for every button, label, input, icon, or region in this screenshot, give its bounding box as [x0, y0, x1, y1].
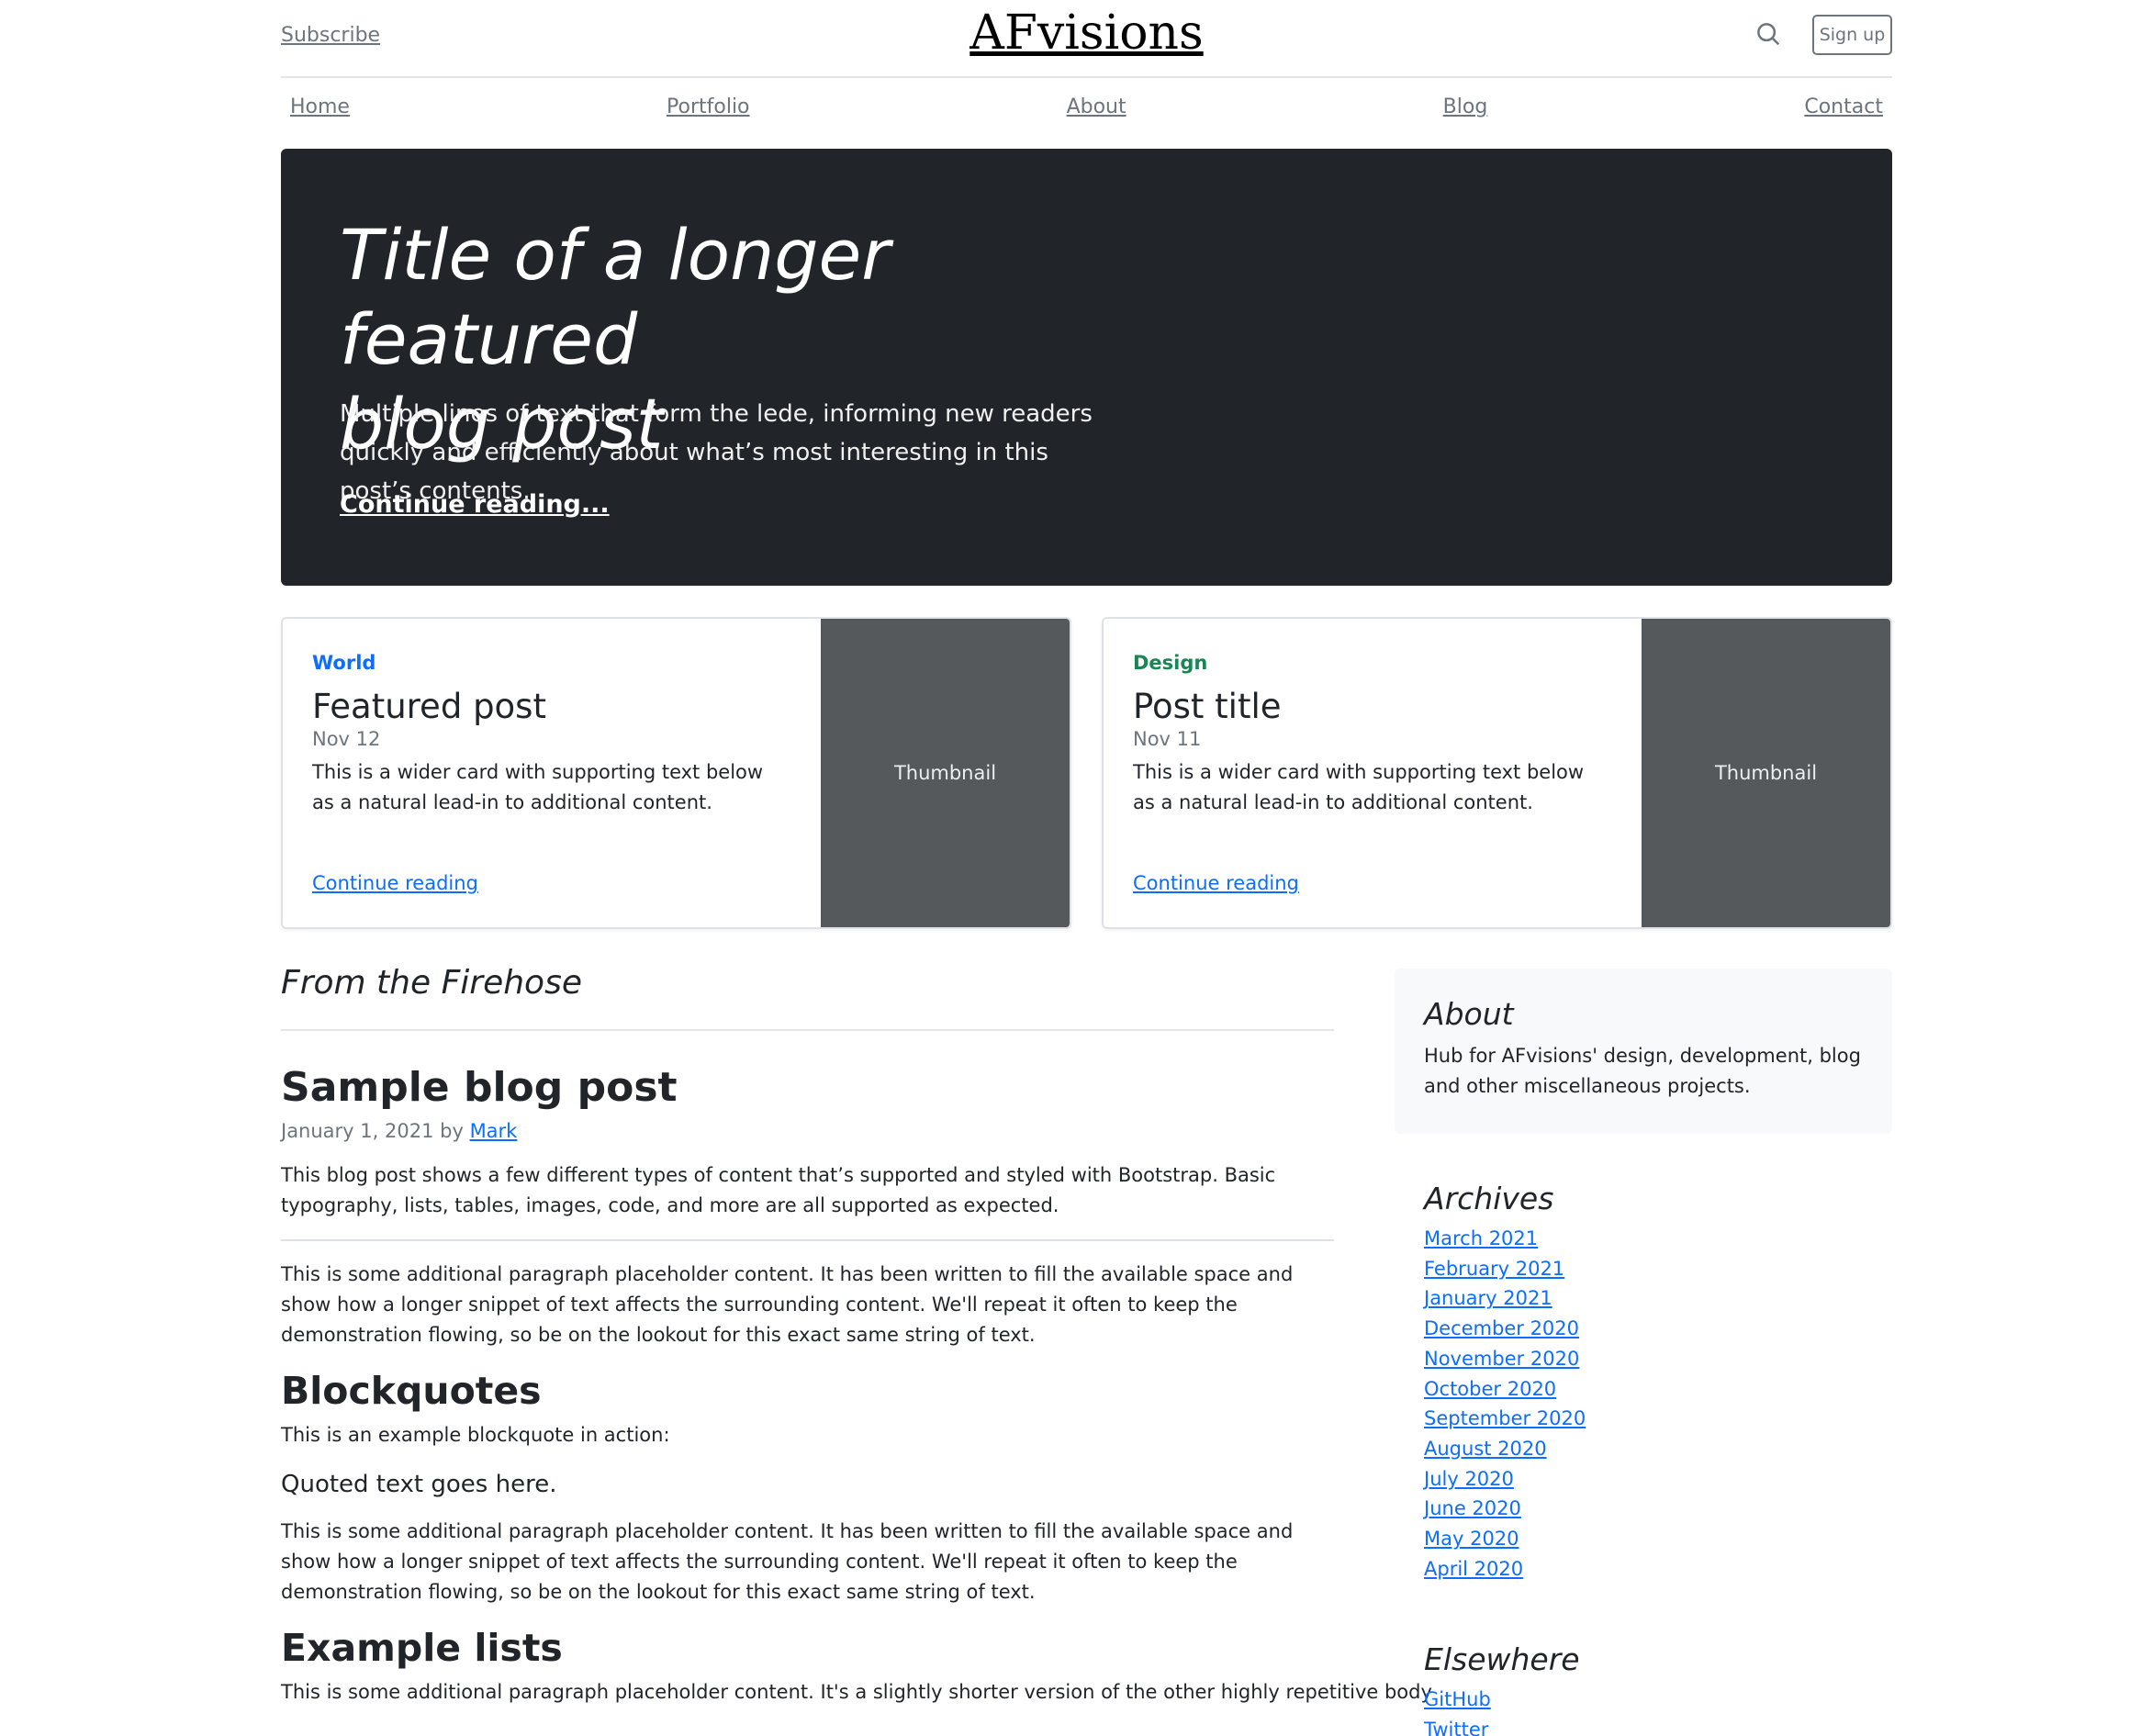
archive-link[interactable]: December 2020: [1424, 1317, 1579, 1339]
list-item: September 2020: [1424, 1404, 1586, 1434]
nav-item-about[interactable]: About: [1067, 95, 1126, 127]
hero-title-line: Title of a longer featured: [340, 214, 891, 380]
list-item: June 2020: [1424, 1494, 1586, 1524]
archive-link[interactable]: March 2021: [1424, 1227, 1538, 1249]
archive-link[interactable]: October 2020: [1424, 1378, 1556, 1400]
list-item: January 2021: [1424, 1283, 1586, 1314]
list-item: July 2020: [1424, 1464, 1586, 1495]
nav-item-contact[interactable]: Contact: [1804, 95, 1883, 127]
card-date: Nov 11: [1133, 728, 1202, 750]
post-meta: January 1, 2021 by Mark: [281, 1120, 1334, 1142]
card-category: Design: [1133, 652, 1208, 674]
post-title: Sample blog post: [281, 1064, 678, 1111]
elsewhere-list: GitHub Twitter: [1424, 1685, 1580, 1736]
card-text: This is a wider card with supporting tex…: [1133, 761, 1585, 813]
archive-link[interactable]: August 2020: [1424, 1438, 1547, 1460]
list-item: February 2021: [1424, 1254, 1586, 1284]
card-title: Featured post: [312, 687, 546, 726]
card-thumbnail: Thumbnail: [1642, 619, 1890, 927]
archive-link[interactable]: July 2020: [1424, 1468, 1514, 1490]
site-brand[interactable]: AFvisions: [281, 6, 1892, 61]
archive-link[interactable]: February 2021: [1424, 1258, 1564, 1280]
post-author-link[interactable]: Mark: [470, 1120, 518, 1142]
list-item: October 2020: [1424, 1374, 1586, 1405]
site-header: Subscribe AFvisions Sign up: [281, 0, 1892, 78]
paragraph: This is some additional paragraph placeh…: [281, 1681, 1432, 1703]
nav-item-home[interactable]: Home: [290, 95, 350, 127]
archive-link[interactable]: June 2020: [1424, 1497, 1521, 1519]
sign-up-button[interactable]: Sign up: [1812, 15, 1892, 55]
list-item: March 2021: [1424, 1224, 1586, 1254]
card-continue-link[interactable]: Continue reading: [1133, 872, 1299, 894]
sidebar-archives-title: Archives: [1424, 1181, 1554, 1216]
section-title: From the Firehose: [281, 964, 1334, 1031]
sidebar-archives: Archives March 2021 February 2021 Januar…: [1424, 1181, 1586, 1584]
blockquote-intro: This is an example blockquote in action:: [281, 1424, 670, 1446]
paragraph: This is some additional paragraph placeh…: [281, 1263, 1294, 1346]
post-intro: This blog post shows a few different typ…: [281, 1164, 1276, 1216]
post-date: January 1, 2021 by: [281, 1120, 464, 1142]
heading-lists: Example lists: [281, 1626, 563, 1670]
search-icon[interactable]: [1754, 20, 1782, 48]
featured-card-design: Design Post title Nov 11 This is a wider…: [1102, 617, 1892, 929]
card-title: Post title: [1133, 687, 1282, 726]
archive-link[interactable]: April 2020: [1424, 1558, 1523, 1580]
sidebar-elsewhere: Elsewhere GitHub Twitter: [1424, 1641, 1580, 1736]
sidebar-about-title: About: [1424, 996, 1514, 1032]
nav-item-blog[interactable]: Blog: [1443, 95, 1488, 127]
sidebar-elsewhere-title: Elsewhere: [1424, 1641, 1580, 1677]
list-item: Twitter: [1424, 1715, 1580, 1736]
sidebar-about: About Hub for AFvisions' design, develop…: [1395, 969, 1892, 1134]
list-item: August 2020: [1424, 1434, 1586, 1464]
divider: [281, 1239, 1334, 1241]
list-item: April 2020: [1424, 1554, 1586, 1585]
archive-link[interactable]: September 2020: [1424, 1407, 1586, 1429]
nav-item-portfolio[interactable]: Portfolio: [667, 95, 750, 127]
list-item: December 2020: [1424, 1314, 1586, 1344]
main-nav: Home Portfolio About Blog Contact: [281, 95, 1892, 127]
main-content: From the Firehose Sample blog post Janua…: [281, 964, 1432, 1708]
heading-blockquotes: Blockquotes: [281, 1369, 542, 1413]
list-item: November 2020: [1424, 1344, 1586, 1374]
card-continue-link[interactable]: Continue reading: [312, 872, 478, 894]
featured-card-world: World Featured post Nov 12 This is a wid…: [281, 617, 1071, 929]
archive-link[interactable]: May 2020: [1424, 1528, 1519, 1550]
card-text: This is a wider card with supporting tex…: [312, 761, 764, 813]
hero-continue-link[interactable]: Continue reading...: [340, 490, 610, 519]
featured-hero: Title of a longer featured blog post Mul…: [281, 149, 1892, 586]
archives-list: March 2021 February 2021 January 2021 De…: [1424, 1224, 1586, 1584]
list-item: May 2020: [1424, 1524, 1586, 1554]
blockquote: Quoted text goes here.: [281, 1471, 557, 1498]
archive-link[interactable]: January 2021: [1424, 1287, 1552, 1309]
card-thumbnail: Thumbnail: [821, 619, 1070, 927]
card-date: Nov 12: [312, 728, 381, 750]
github-link[interactable]: GitHub: [1424, 1688, 1491, 1710]
card-category: World: [312, 652, 376, 674]
twitter-link[interactable]: Twitter: [1424, 1719, 1488, 1736]
sidebar-about-text: Hub for AFvisions' design, development, …: [1424, 1045, 1861, 1097]
list-item: GitHub: [1424, 1685, 1580, 1715]
archive-link[interactable]: November 2020: [1424, 1348, 1579, 1370]
paragraph: This is some additional paragraph placeh…: [281, 1520, 1294, 1603]
